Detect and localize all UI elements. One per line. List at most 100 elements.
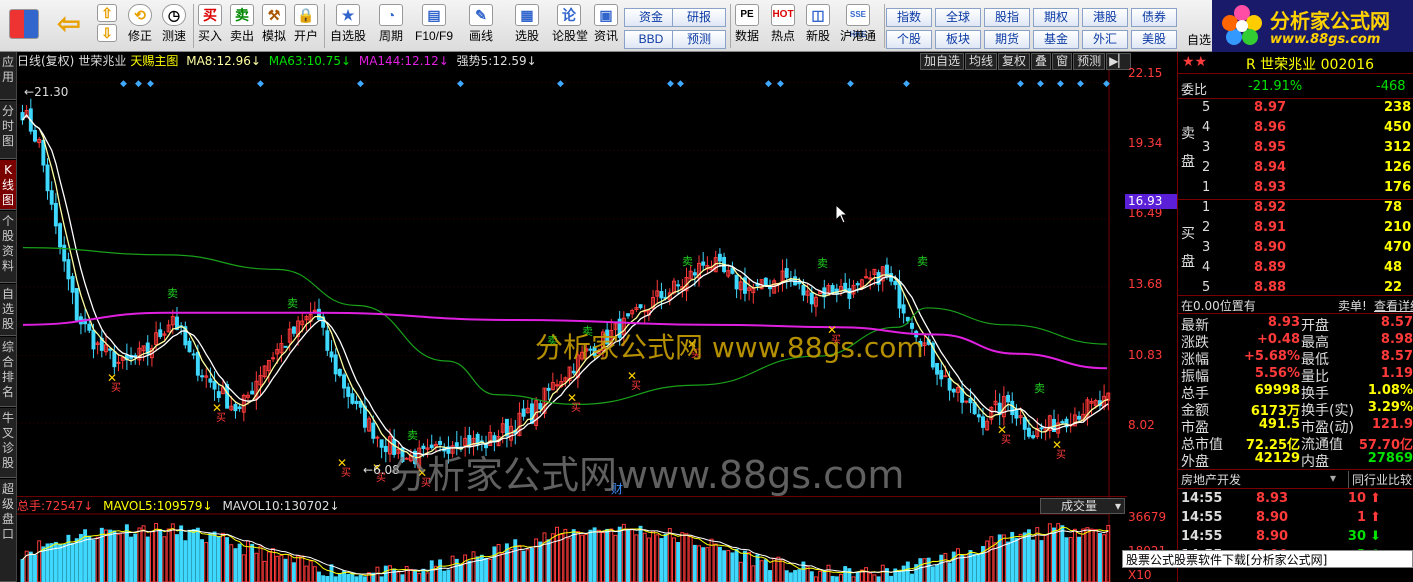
volume-bar [383, 565, 388, 582]
simulate-button[interactable]: ⚒ 模拟 [259, 3, 289, 49]
volume-bar [438, 559, 443, 582]
predict-button[interactable]: 预测 [1073, 53, 1106, 70]
sell-price: 8.94 [1254, 160, 1287, 175]
star-icon[interactable]: ★★ [1182, 54, 1207, 70]
volume-bar [755, 554, 760, 582]
watchlist-button[interactable]: ★ 自选股 [327, 3, 369, 49]
volume-bar [626, 529, 630, 582]
stat-label: 外盘 [1181, 454, 1209, 470]
open-account-button[interactable]: 🔒 开户 [291, 3, 321, 49]
candle-body [855, 283, 860, 286]
tab-super-book[interactable]: 超级盘口 [0, 479, 16, 582]
candle-body [237, 406, 242, 409]
candle-body [976, 414, 981, 418]
up-down-button[interactable]: ⇧ ⇩ [96, 3, 118, 49]
fund-button[interactable]: 资金 [624, 8, 678, 27]
fund2-button[interactable]: 基金 [1033, 30, 1079, 49]
volume-bar [822, 570, 827, 582]
options-button[interactable]: 期权 [1033, 8, 1079, 27]
mavol5-arrow-icon: ↓ [202, 499, 213, 513]
sell-button[interactable]: 卖 卖出 [227, 3, 257, 49]
tab-stock-profile[interactable]: 个股资料 [0, 211, 16, 283]
draw-line-button[interactable]: ✎ 画线 [460, 3, 502, 49]
sell-volume: 126 [1384, 160, 1412, 175]
grid-button[interactable] [6, 3, 42, 49]
add-watchlist-button[interactable]: 加自选 [920, 53, 965, 70]
stock-select-button[interactable]: ▦ 选股 [506, 3, 548, 49]
hot-button[interactable]: HOT 热点 [769, 3, 797, 49]
single-stock-button[interactable]: 个股 [886, 30, 932, 49]
stat-value: 42129 [1254, 451, 1300, 466]
ma-button[interactable]: 均线 [965, 53, 998, 70]
bbd-button[interactable]: BBD [624, 30, 678, 49]
tab-intraday[interactable]: 分时图 [0, 101, 16, 159]
volume-bar [208, 532, 213, 582]
flower-logo-icon [1222, 5, 1262, 45]
forex-button[interactable]: 外汇 [1082, 30, 1128, 49]
index-button[interactable]: 指数 [886, 8, 932, 27]
hk-stock-button[interactable]: 港股 [1082, 8, 1128, 27]
tab-watchlist[interactable]: 自选股 [0, 284, 16, 336]
sell-signal-label: 卖 [167, 287, 178, 300]
tab-apps[interactable]: 应用 [0, 52, 16, 100]
tab-kline[interactable]: K线图 [0, 160, 16, 210]
research-button[interactable]: 研报 [672, 8, 726, 27]
forecast-button[interactable]: 预测 [672, 30, 726, 49]
fix-button[interactable]: ⟲ 修正 [124, 3, 156, 49]
detail-link[interactable]: 查看详细 [1374, 297, 1413, 314]
panel-toggle-button[interactable]: ▶▏ [1106, 53, 1131, 70]
volume-bar [1052, 527, 1056, 582]
back-button[interactable]: ⇦ [52, 3, 86, 49]
footer-banner[interactable]: 股票公式股票软件下载[分析家公式网] [1122, 550, 1413, 568]
industry-compare-link[interactable]: 同行业比较 [1348, 471, 1412, 488]
candle-body [454, 442, 459, 447]
volume-bar [317, 571, 321, 582]
forum-button[interactable]: 论 论股堂 [552, 3, 588, 49]
global-button[interactable]: 全球 [935, 8, 981, 27]
tab-ranking[interactable]: 综合排名 [0, 337, 16, 407]
futures-button[interactable]: 期货 [984, 30, 1030, 49]
sector-button[interactable]: 板块 [935, 30, 981, 49]
chart-info-bar: 日线(复权) 世荣兆业 天赐主图 MA8:12.96↓ MA63:10.75↓ MA… [17, 53, 541, 69]
volume-indicator-select[interactable]: 成交量 ▾ [1040, 498, 1125, 514]
volume-bar [442, 570, 447, 582]
candle-body [62, 244, 67, 262]
new-stock-button[interactable]: ◫ 新股 [804, 3, 832, 49]
stock-index-button[interactable]: 股指 [984, 8, 1030, 27]
period-button[interactable]: ◔ 周期 [372, 3, 410, 49]
hk-connect-button[interactable]: SSE HKE 沪港通 [838, 3, 878, 49]
candle-body [588, 348, 593, 351]
pe-icon: PE [735, 4, 759, 26]
volume-bar [546, 539, 551, 582]
f10-label: F10/F9 [414, 29, 453, 43]
signal-diamond-icon: ◆ [847, 79, 854, 89]
bond-button[interactable]: 债券 [1131, 8, 1177, 27]
overlay-button[interactable]: 叠 [1031, 53, 1052, 70]
ma8-label: MA8: [186, 54, 217, 68]
tab-diagnosis[interactable]: 牛叉诊股 [0, 408, 16, 478]
f10-button[interactable]: ▤ F10/F9 [413, 3, 455, 49]
volume-bar [571, 529, 576, 582]
volume-bar [939, 554, 944, 582]
candle-body [392, 438, 397, 455]
volume-bar [74, 538, 79, 582]
data-button[interactable]: PE 数据 [733, 3, 761, 49]
volume-bar [692, 544, 697, 582]
volume-bar [479, 554, 484, 582]
volume-bar [283, 558, 288, 582]
buy-signal-label: 买 [216, 412, 226, 424]
window-button[interactable]: 窗 [1052, 53, 1073, 70]
industry-dropdown-icon[interactable]: ▾ [1330, 471, 1336, 485]
news-button[interactable]: ▣ 资讯 [590, 3, 622, 49]
buy-button[interactable]: 买 买入 [195, 3, 225, 49]
buy-signal-label: 买 [831, 334, 841, 346]
speed-test-button[interactable]: ◷ 测速 [158, 3, 190, 49]
us-stock-button[interactable]: 美股 [1131, 30, 1177, 49]
volume-bar [33, 554, 37, 582]
webi-diff: -468 [1376, 79, 1406, 94]
custom-button[interactable]: 自选 [1186, 33, 1212, 51]
tick-price: 8.90 [1256, 529, 1289, 544]
financial-report-marker[interactable]: 财 [611, 480, 623, 497]
kline-chart[interactable]: ◆ ◆ ◆ ◆ ◆ ◆ ◆ ◆ ◆ ◆ ◆ ◆ ◆ ◆ ◆ ◆ ◆ ◆ 卖卖卖卖卖卖卖卖卖 ✕ 买 ✕ 买 ✕ 买 ✕ 买 ✕ 买 ✕ 买 ✕… [17, 52, 1177, 582]
adjust-button[interactable]: 复权 [998, 53, 1031, 70]
